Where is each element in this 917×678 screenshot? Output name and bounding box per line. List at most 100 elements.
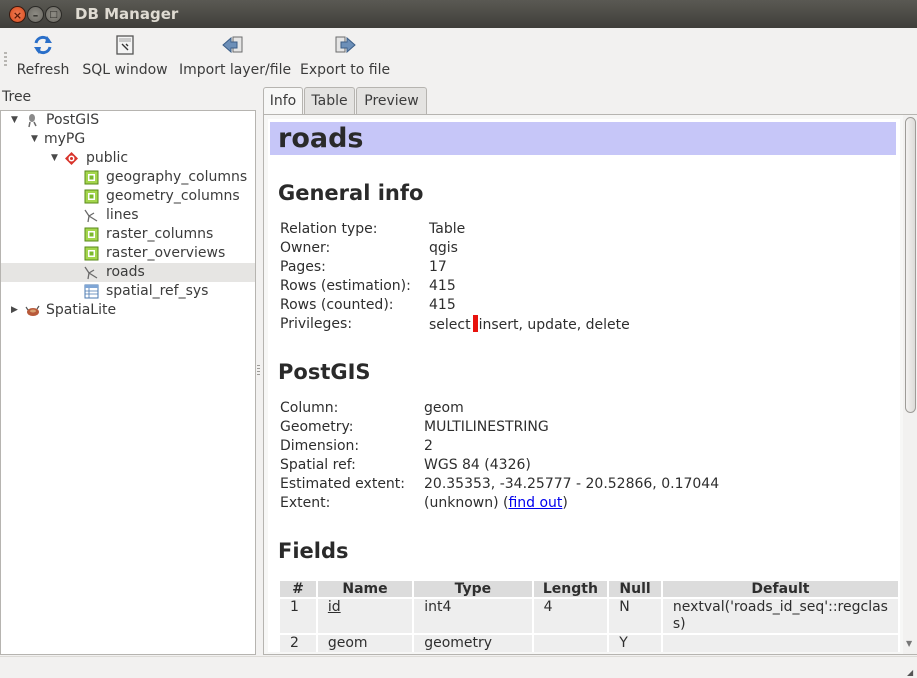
tree-item-mypg[interactable]: ▼ myPG xyxy=(1,130,255,149)
field-default: nextval('roads_id_seq'::regclas s) xyxy=(662,599,898,633)
field-number: 1 xyxy=(280,599,316,633)
relation-type-value: Table xyxy=(429,221,466,237)
window-title: DB Manager xyxy=(75,5,179,23)
splitter-handle[interactable] xyxy=(257,365,260,375)
privileges-key: Privileges: xyxy=(280,316,353,332)
tree-item-spatial-ref-sys[interactable]: spatial_ref_sys xyxy=(1,282,255,301)
column-header: Length xyxy=(533,581,608,597)
field-length: 4 xyxy=(533,599,608,633)
refresh-button[interactable]: Refresh xyxy=(16,34,70,82)
scroll-down-icon[interactable]: ▼ xyxy=(906,639,915,648)
field-null: Y xyxy=(609,635,661,652)
field-default-line: s) xyxy=(672,616,686,632)
extent-value: (unknown) (find out) xyxy=(424,494,719,513)
tree-item-label: roads xyxy=(106,264,145,280)
privileges-value: select insert, update, delete xyxy=(429,315,630,335)
sql-window-label: SQL window xyxy=(82,62,168,78)
maximize-window-button[interactable]: □ xyxy=(45,6,62,23)
grid-table-icon xyxy=(84,284,99,299)
text-cursor-marker xyxy=(472,315,478,332)
collapse-arrow-icon[interactable]: ▼ xyxy=(31,130,41,149)
tree-item-raster-overviews[interactable]: raster_overviews xyxy=(1,244,255,263)
tree-item-label: raster_overviews xyxy=(106,245,226,261)
relation-type-key: Relation type: xyxy=(280,221,378,237)
field-name: id xyxy=(317,599,413,633)
info-browser[interactable]: roads General info Relation type: Owner:… xyxy=(268,119,900,652)
general-info-keys: Relation type: Owner: Pages: Rows (estim… xyxy=(280,220,411,334)
tab-info[interactable]: Info xyxy=(263,87,303,115)
collapse-arrow-icon[interactable]: ▼ xyxy=(51,149,61,168)
scrollbar-thumb[interactable] xyxy=(905,117,916,413)
column-header: Null xyxy=(609,581,661,597)
rows-counted-value: 415 xyxy=(429,297,456,313)
field-null: N xyxy=(609,599,661,633)
fields-heading: Fields xyxy=(278,539,349,563)
tree-item-label: lines xyxy=(106,207,139,223)
minimize-window-button[interactable]: – xyxy=(27,6,44,23)
estimated-extent-value: 20.35353, -34.25777 - 20.52866, 0.17044 xyxy=(424,476,720,492)
line-layer-icon xyxy=(84,209,98,223)
status-bar: ◢ xyxy=(0,656,917,678)
close-window-button[interactable]: × xyxy=(9,6,26,23)
export-file-button[interactable]: Export to file xyxy=(300,34,390,82)
tab-preview[interactable]: Preview xyxy=(356,87,427,114)
tree-item-geometry-columns[interactable]: geometry_columns xyxy=(1,187,255,206)
column-header: Name xyxy=(317,581,413,597)
tree-view[interactable]: ▼ PostGIS ▼ myPG ▼ public geography_colu… xyxy=(0,110,256,655)
owner-value: qgis xyxy=(429,240,458,256)
table-icon xyxy=(84,170,99,185)
tree-item-public[interactable]: ▼ public xyxy=(1,149,255,168)
tree-item-postgis[interactable]: ▼ PostGIS xyxy=(1,111,255,130)
window-title-bar: × – □ DB Manager xyxy=(0,0,917,28)
spatialite-icon xyxy=(25,305,40,316)
import-icon xyxy=(222,36,243,54)
export-icon xyxy=(335,36,356,54)
geometry-value: MULTILINESTRING xyxy=(424,419,549,435)
general-info-heading: General info xyxy=(278,181,424,205)
tree-item-spatialite[interactable]: ▶ SpatiaLite xyxy=(1,301,255,320)
geometry-key: Geometry: xyxy=(280,419,354,435)
privilege-select: select xyxy=(429,317,471,333)
tree-item-roads[interactable]: roads xyxy=(1,263,255,282)
tree-item-label: public xyxy=(86,150,129,166)
estimated-extent-key: Estimated extent: xyxy=(280,476,406,492)
privilege-rest: insert, update, delete xyxy=(478,317,630,333)
tree-item-raster-columns[interactable]: raster_columns xyxy=(1,225,255,244)
table-title: roads xyxy=(278,123,364,154)
spatial-ref-key: Spatial ref: xyxy=(280,457,356,473)
tree-item-lines[interactable]: lines xyxy=(1,206,255,225)
owner-key: Owner: xyxy=(280,240,331,256)
import-layer-button[interactable]: Import layer/file xyxy=(179,34,291,82)
postgis-values: geom MULTILINESTRING 2 WGS 84 (4326) 20.… xyxy=(424,399,719,513)
sql-window-icon xyxy=(116,35,134,55)
export-file-label: Export to file xyxy=(300,62,391,78)
spatial-ref-value: WGS 84 (4326) xyxy=(424,457,531,473)
field-default-line: nextval('roads_id_seq'::regclas xyxy=(672,599,888,615)
toolbar-grip[interactable] xyxy=(4,52,7,66)
tree-item-label: SpatiaLite xyxy=(46,302,117,318)
table-icon xyxy=(84,189,99,204)
line-layer-icon xyxy=(84,266,98,280)
field-default xyxy=(662,635,898,652)
column-header: # xyxy=(280,581,316,597)
tree-item-label: myPG xyxy=(44,131,86,147)
rows-estimation-key: Rows (estimation): xyxy=(280,278,411,294)
fields-header-row: # Name Type Length Null Default xyxy=(280,581,898,597)
postgis-keys: Column: Geometry: Dimension: Spatial ref… xyxy=(280,399,405,513)
resize-grip-icon[interactable]: ◢ xyxy=(907,668,915,677)
info-panel: roads General info Relation type: Owner:… xyxy=(263,114,917,655)
tree-label: Tree xyxy=(2,89,32,105)
column-header: Type xyxy=(414,581,532,597)
tree-item-geography-columns[interactable]: geography_columns xyxy=(1,168,255,187)
vertical-scrollbar[interactable]: ▼ xyxy=(903,115,917,654)
postgis-icon xyxy=(28,114,37,128)
sql-window-button[interactable]: SQL window xyxy=(82,34,168,82)
tree-item-label: geometry_columns xyxy=(106,188,240,204)
fields-table: # Name Type Length Null Default 1 id int… xyxy=(278,579,900,652)
expand-arrow-icon[interactable]: ▶ xyxy=(11,301,21,320)
table-icon xyxy=(84,246,99,261)
find-out-link[interactable]: find out xyxy=(508,495,562,511)
collapse-arrow-icon[interactable]: ▼ xyxy=(11,111,21,130)
tab-table[interactable]: Table xyxy=(304,87,355,114)
extent-suffix: ) xyxy=(562,495,568,511)
